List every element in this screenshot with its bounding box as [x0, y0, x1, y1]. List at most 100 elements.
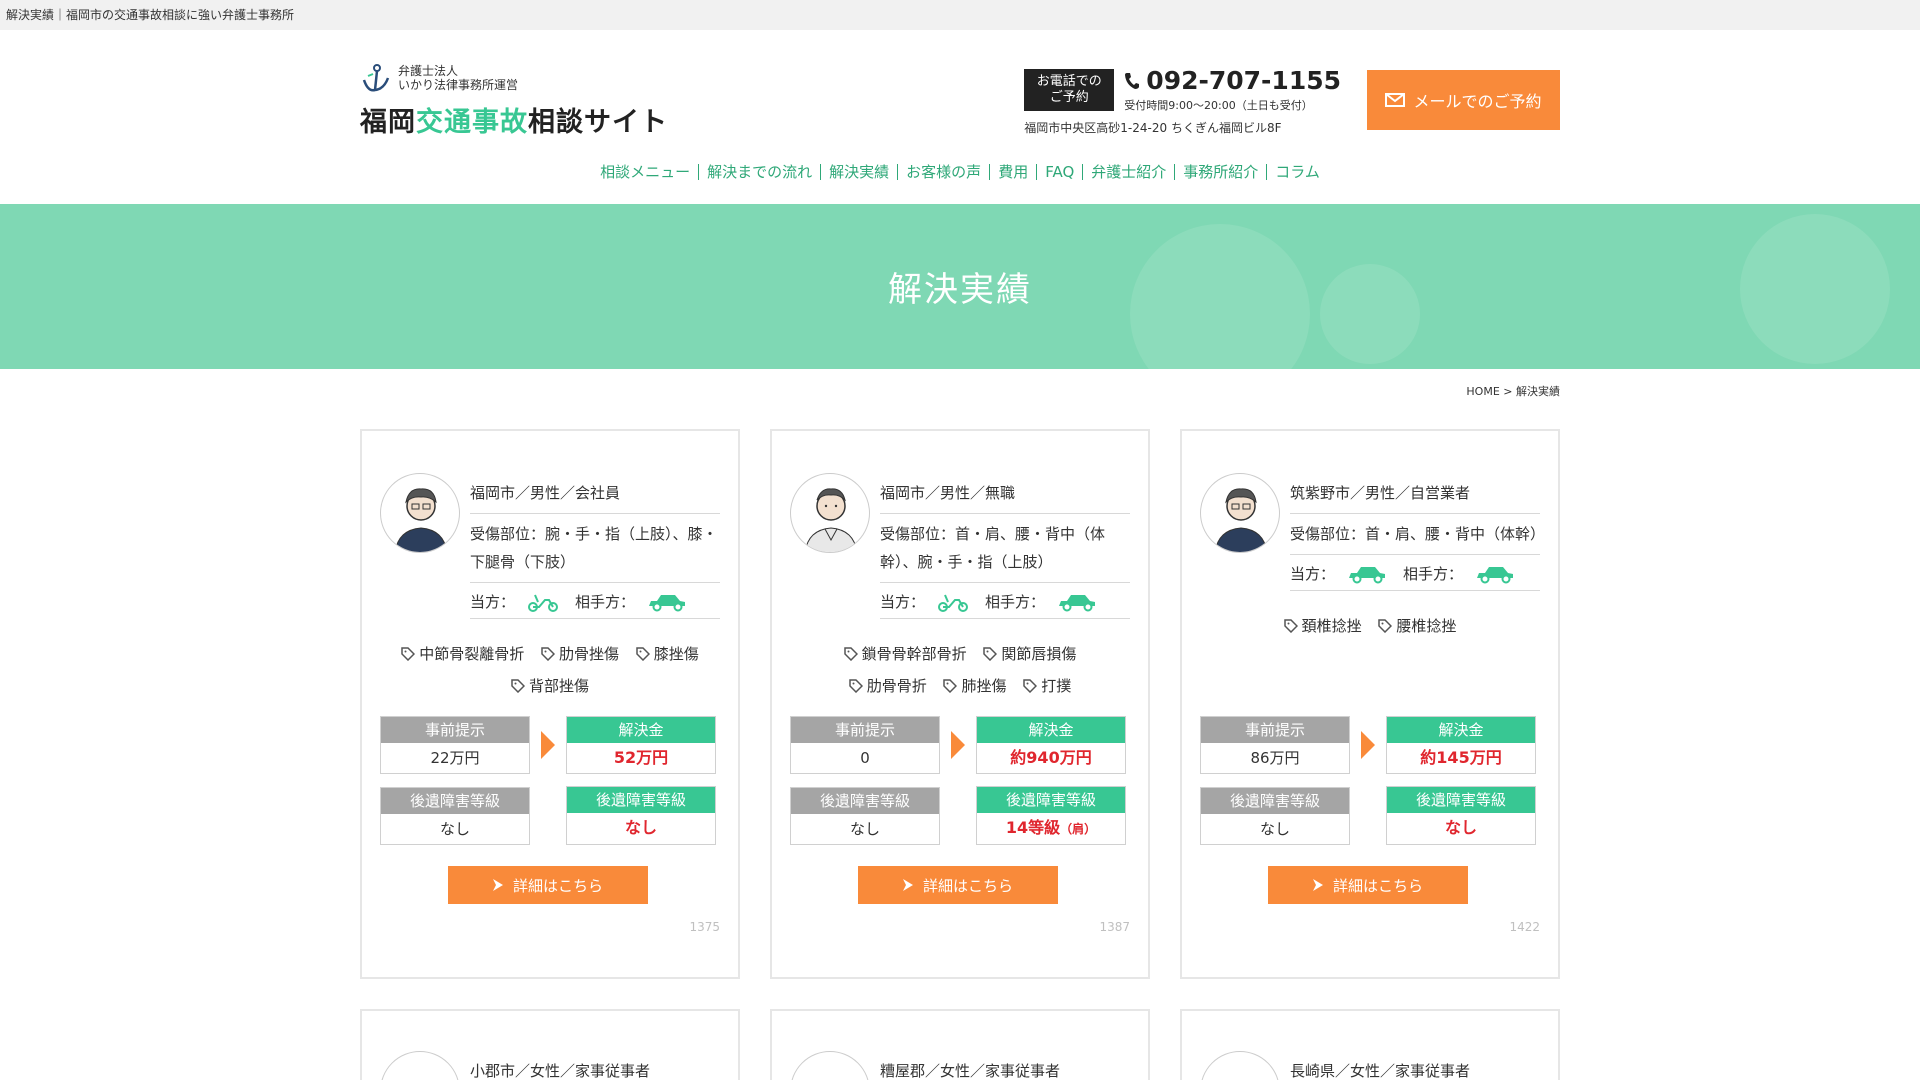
settlement-results: 事前提示 0 解決金 約940万円 後遺障害等級 なし 後遺障害等級 14等級（肩）: [790, 716, 1130, 857]
mail-reserve-button[interactable]: メールでのご予約: [1367, 70, 1560, 130]
case-id: 1422: [1509, 920, 1540, 934]
logo-title-pre: 福岡: [360, 107, 416, 138]
play-arrow-icon: [902, 879, 913, 891]
nav-item-fees[interactable]: 費用: [990, 164, 1038, 180]
logo-title: 福岡交通事故相談サイト: [360, 100, 668, 139]
nav-item-office[interactable]: 事務所紹介: [1175, 164, 1268, 180]
self-party-label: 当方：: [470, 593, 516, 611]
case-id: 1375: [689, 920, 720, 934]
prior-offer-label: 事前提示: [1201, 717, 1349, 743]
client-avatar: [790, 473, 870, 553]
injury-tags: 鎖骨骨幹部骨折 関節唇損傷 肋骨骨折 肺挫傷 打撲: [790, 639, 1130, 703]
car-icon: [649, 594, 686, 611]
settlement-label: 解決金: [1387, 717, 1535, 743]
person-icon: [804, 488, 858, 552]
scooter-icon: [938, 594, 969, 612]
results-grid: 福岡市／男性／会社員 受傷部位：腕・手・指（上肢）、膝・下腿骨（下肢） 当方： …: [360, 429, 1560, 1080]
settlement-value: 約940万円: [1010, 748, 1092, 767]
main-nav: 相談メニュー 解決までの流れ 解決実績 お客様の声 費用 FAQ 弁護士紹介 事…: [360, 164, 1560, 180]
site-header: 弁護士法人 いかり法律事務所運営 福岡交通事故相談サイト お電話での ご予約 0…: [360, 30, 1560, 204]
site-logo[interactable]: 弁護士法人 いかり法律事務所運営 福岡交通事故相談サイト: [360, 62, 668, 139]
other-party-label: 相手方：: [985, 593, 1046, 611]
tag-icon: [1378, 619, 1393, 633]
detail-button-label: 詳細はこちら: [922, 876, 1013, 895]
phone-label: お電話での ご予約: [1024, 68, 1115, 111]
tag-icon: [511, 679, 525, 693]
injury-tag[interactable]: 中節骨裂離骨折: [401, 639, 524, 669]
client-profile: 福岡市／男性／無職: [880, 473, 1130, 514]
result-card: 福岡市／男性／会社員 受傷部位：腕・手・指（上肢）、膝・下腿骨（下肢） 当方： …: [360, 429, 740, 979]
injury-tags: 中節骨裂離骨折 肋骨挫傷 膝挫傷 背部挫傷: [380, 639, 720, 703]
final-grade-label: 後遺障害等級: [977, 787, 1125, 813]
hero-banner: 解決実績: [0, 204, 1920, 369]
client-avatar: [790, 1051, 870, 1080]
detail-button-label: 詳細はこちら: [512, 876, 603, 895]
injury-tag[interactable]: 肋骨骨折: [848, 671, 927, 701]
injury-tag[interactable]: 関節唇損傷: [983, 639, 1076, 669]
office-address: 福岡市中央区高砂1-24-20 ちくぎん福岡ビル8F: [1024, 121, 1282, 135]
tag-icon: [848, 679, 863, 693]
accident-parties: 当方： 相手方：: [470, 583, 720, 619]
arrow-right-icon: [530, 731, 566, 759]
phone-number[interactable]: 092-707-1155: [1124, 66, 1341, 95]
client-profile: 福岡市／男性／会社員: [470, 473, 720, 514]
nav-item-faq[interactable]: FAQ: [1037, 164, 1084, 180]
self-party-label: 当方：: [1290, 565, 1336, 583]
nav-item-flow[interactable]: 解決までの流れ: [699, 164, 822, 180]
detail-button[interactable]: 詳細はこちら: [1268, 866, 1468, 904]
final-grade-label: 後遺障害等級: [567, 787, 715, 813]
result-card: 福岡市／男性／無職 受傷部位：首・肩、腰・背中（体幹）、腕・手・指（上肢） 当方…: [770, 429, 1150, 979]
accident-parties: 当方： 相手方：: [880, 583, 1130, 619]
tag-icon: [1023, 679, 1038, 693]
prior-offer-value: 0: [860, 749, 870, 767]
prior-grade-value: なし: [849, 819, 880, 838]
tag-icon: [983, 647, 998, 661]
detail-button-label: 詳細はこちら: [1332, 876, 1423, 895]
detail-button[interactable]: 詳細はこちら: [858, 866, 1058, 904]
accident-parties: 当方： 相手方：: [1290, 555, 1540, 591]
car-icon: [1349, 566, 1386, 583]
logo-title-accent: 交通事故: [416, 107, 528, 138]
prior-grade-value: なし: [1259, 819, 1290, 838]
injury-tag[interactable]: 肋骨挫傷: [541, 639, 619, 669]
prior-grade-label: 後遺障害等級: [381, 787, 529, 814]
nav-item-consult-menu[interactable]: 相談メニュー: [592, 164, 700, 180]
nav-item-voices[interactable]: お客様の声: [898, 164, 991, 180]
play-arrow-icon: [1312, 879, 1323, 891]
detail-button[interactable]: 詳細はこちら: [448, 866, 648, 904]
injury-tag[interactable]: 腰椎捻挫: [1378, 611, 1456, 641]
nav-item-lawyers[interactable]: 弁護士紹介: [1083, 164, 1176, 180]
result-card: 長崎県／女性／家事従事者: [1180, 1009, 1560, 1080]
mail-reserve-label: メールでのご予約: [1413, 92, 1542, 111]
injury-tag[interactable]: 鎖骨骨幹部骨折: [843, 639, 967, 669]
phone-block: お電話での ご予約 092-707-1155 受付時間9:00〜20:00（土日…: [1024, 66, 1341, 136]
logo-sub-line1: 弁護士法人: [398, 64, 459, 78]
result-card: 小郡市／女性／家事従事者: [360, 1009, 740, 1080]
injury-tag[interactable]: 頚椎捻挫: [1283, 611, 1362, 641]
hero-title: 解決実績: [888, 270, 1032, 310]
tag-icon: [636, 647, 650, 661]
play-arrow-icon: [492, 879, 503, 891]
nav-item-column[interactable]: コラム: [1267, 164, 1328, 180]
injury-tag[interactable]: 膝挫傷: [636, 639, 699, 669]
prior-grade-label: 後遺障害等級: [791, 787, 939, 814]
prior-grade-value: なし: [439, 819, 470, 838]
other-party-label: 相手方：: [575, 593, 636, 611]
client-avatar: [380, 473, 460, 553]
nav-item-results[interactable]: 解決実績: [821, 164, 899, 180]
scooter-icon: [528, 594, 559, 612]
arrow-right-icon: [940, 731, 976, 759]
injury-tag[interactable]: 打撲: [1023, 671, 1071, 701]
tag-icon: [541, 647, 555, 661]
logo-title-post: 相談サイト: [528, 107, 668, 138]
injury-tag[interactable]: 背部挫傷: [511, 671, 589, 701]
settlement-label: 解決金: [567, 717, 715, 743]
tag-icon: [401, 647, 416, 661]
final-grade-value: なし: [624, 818, 657, 837]
person-icon: [394, 488, 448, 552]
anchor-icon: [362, 64, 390, 92]
settlement-results: 事前提示 86万円 解決金 約145万円 後遺障害等級 なし 後遺障害等級 なし: [1200, 716, 1540, 857]
tag-icon: [1283, 619, 1298, 633]
injury-tag[interactable]: 肺挫傷: [943, 671, 1007, 701]
settlement-value: 52万円: [613, 748, 669, 767]
